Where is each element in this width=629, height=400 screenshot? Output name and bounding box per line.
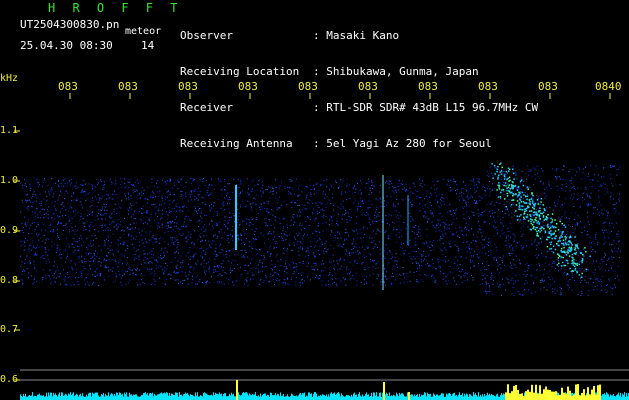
spectrogram	[14, 93, 629, 400]
noise-band	[20, 165, 621, 296]
tick-marks	[14, 93, 611, 381]
meteor-echoes	[235, 162, 591, 290]
signal-level-strip	[20, 380, 629, 400]
